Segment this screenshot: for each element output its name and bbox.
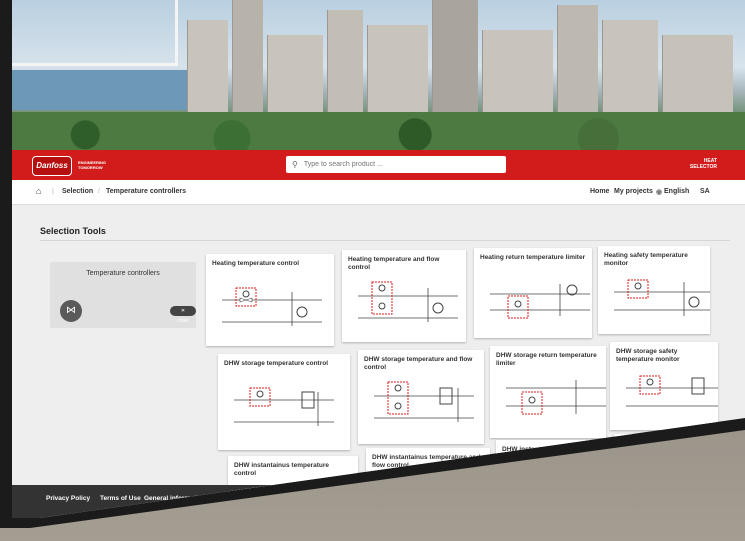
globe-icon: ◉ xyxy=(656,189,663,196)
product-card[interactable]: Heating temperature and flow control xyxy=(342,250,466,342)
page-title: Selection Tools xyxy=(40,226,106,236)
breadcrumb-selection[interactable]: Selection xyxy=(62,188,93,195)
brand-tagline: ENGINEERING TOMORROW xyxy=(78,160,107,170)
card-title: DHW instantainus temperature control xyxy=(234,462,329,477)
valve-icon: ⋈ xyxy=(60,300,82,322)
product-card[interactable]: Heating return temperature limiter xyxy=(474,248,592,338)
global-site-link[interactable]: ◉ Global Site xyxy=(702,452,737,458)
product-card[interactable]: Heating temperature control xyxy=(206,254,334,346)
divider xyxy=(40,240,730,241)
search-input[interactable] xyxy=(301,160,496,169)
breadcrumb-separator: | xyxy=(52,188,54,195)
region-select[interactable]: SA xyxy=(700,188,710,195)
product-card[interactable]: DHW storage safety temperature monitor xyxy=(610,342,718,430)
schematic-diagram xyxy=(374,381,474,422)
close-icon: ✕ xyxy=(180,308,186,314)
search-icon: ⚲ xyxy=(292,160,298,169)
schematic-diagram xyxy=(506,380,606,415)
card-title: Heating temperature control xyxy=(212,260,300,267)
nav-home[interactable]: Home xyxy=(590,188,609,195)
footer-link-privacy[interactable]: Privacy Policy xyxy=(46,495,90,502)
top-header: Danfoss ENGINEERING TOMORROW ⚲ HEAT SELE… xyxy=(12,150,745,180)
footer-link-terms[interactable]: Terms of Use xyxy=(100,495,141,502)
close-filter-button[interactable]: ✕ close xyxy=(170,306,196,324)
danfoss-logo[interactable]: Danfoss xyxy=(32,156,72,176)
schematic-diagram xyxy=(490,284,590,319)
card-title: DHW storage return temperature limiter xyxy=(496,352,597,367)
globe-icon: ◉ xyxy=(701,452,707,458)
card-title: DHW storage temperature control xyxy=(224,360,329,367)
decorative-frame xyxy=(12,0,178,66)
schematic-diagram xyxy=(614,279,710,316)
product-card[interactable]: DHW storage temperature and flow control xyxy=(358,350,484,444)
card-title: Heating return temperature limiter xyxy=(480,254,586,261)
breadcrumb-bar: ⌂ | Selection / Temperature controllers … xyxy=(12,180,745,205)
hero-building xyxy=(432,0,478,130)
search-box[interactable]: ⚲ xyxy=(286,156,506,173)
schematic-diagram xyxy=(222,287,322,326)
card-title: DHW storage temperature and flow control xyxy=(364,356,473,371)
breadcrumb-separator: / xyxy=(98,188,100,195)
product-card[interactable]: Heating safety temperature monitor xyxy=(598,246,710,334)
schematic-diagram xyxy=(358,281,458,322)
nav-my-projects[interactable]: My projects xyxy=(614,188,653,195)
card-title: DHW storage safety temperature monitor xyxy=(616,348,680,363)
hero-building xyxy=(232,0,263,130)
breadcrumb-current[interactable]: Temperature controllers xyxy=(106,188,186,195)
active-filter-card: Temperature controllers ⋈ ✕ close xyxy=(50,262,196,328)
app-name: HEAT SELECTOR xyxy=(689,158,717,170)
filter-title: Temperature controllers xyxy=(86,270,160,277)
home-icon[interactable]: ⌂ xyxy=(36,186,41,196)
schematic-diagram xyxy=(626,375,718,407)
hero-trees xyxy=(12,112,745,150)
product-card[interactable]: DHW storage return temperature limiter xyxy=(490,346,606,438)
schematic-diagram xyxy=(234,387,334,426)
language-select[interactable]: English xyxy=(664,188,689,195)
product-card[interactable]: DHW storage temperature control xyxy=(218,354,350,450)
hero-lake xyxy=(12,70,192,110)
card-title: Heating temperature and flow control xyxy=(348,256,440,271)
card-title: Heating safety temperature monitor xyxy=(604,252,688,267)
